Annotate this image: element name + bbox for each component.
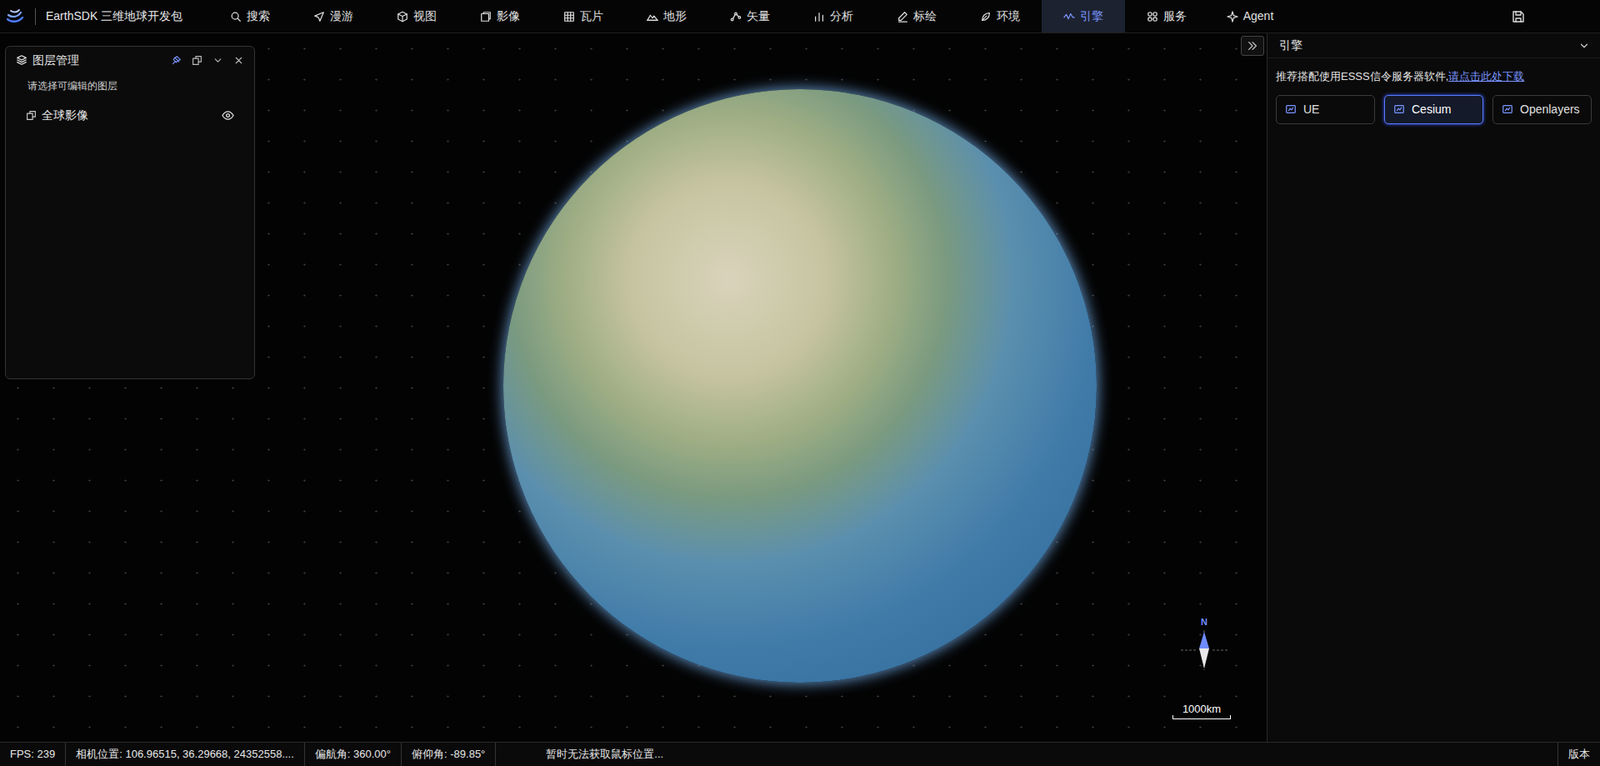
layer-panel-header: 图层管理 bbox=[5, 46, 255, 74]
status-text: 偏航角: 360.00° bbox=[315, 745, 391, 763]
status-item: 相机位置: 106.96515, 36.29668, 24352558.... bbox=[65, 742, 305, 766]
layers-icon bbox=[15, 54, 28, 66]
layers-icon bbox=[480, 10, 492, 23]
chevron-down-icon[interactable] bbox=[1578, 40, 1590, 52]
grid-icon bbox=[563, 10, 575, 23]
menu-label: 环境 bbox=[996, 7, 1020, 25]
brand: EarthSDK 三维地球开发包 bbox=[0, 0, 209, 33]
apps-icon bbox=[1146, 10, 1159, 23]
sparkle-icon bbox=[1226, 10, 1239, 23]
mountain-icon bbox=[646, 10, 659, 23]
engine-button[interactable]: Cesium bbox=[1384, 95, 1484, 125]
status-item: 俯仰角: -89.85° bbox=[401, 742, 496, 766]
map-view[interactable]: 图层管理请选择可编辑的图层全球影像 N 1000km 引擎推荐搭配使用ESSS信令服务… bbox=[0, 33, 1600, 742]
engine-panel: 引擎推荐搭配使用ESSS信令服务器软件,请点击此处下载 UE Cesium Openl… bbox=[1266, 33, 1600, 742]
engine-panel-title: 引擎 bbox=[1279, 36, 1303, 55]
logo-icon bbox=[5, 6, 25, 27]
search-icon bbox=[230, 10, 242, 23]
menu-label: Agent bbox=[1243, 7, 1275, 25]
notice-text: 推荐搭配使用ESSS信令服务器软件, bbox=[1275, 70, 1449, 83]
layer-row[interactable]: 全球影像 bbox=[10, 103, 250, 127]
menu-label: 影像 bbox=[496, 7, 520, 25]
status-item: FPS: 239 bbox=[0, 742, 66, 766]
save-icon[interactable] bbox=[1511, 10, 1525, 24]
layer-hint: 请选择可编辑的图层 bbox=[5, 73, 255, 94]
engine-label: Cesium bbox=[1411, 100, 1451, 119]
scale-label: 1000km bbox=[1182, 702, 1221, 715]
menu-search[interactable]: 搜索 bbox=[208, 0, 292, 33]
menu-label: 矢量 bbox=[746, 7, 770, 25]
status-item: 偏航角: 360.00° bbox=[305, 742, 402, 766]
menu-label: 引擎 bbox=[1080, 7, 1104, 25]
menu-imagery[interactable]: 影像 bbox=[458, 0, 542, 33]
engine-icon bbox=[1285, 103, 1297, 115]
status-text: 俯仰角: -89.85° bbox=[411, 745, 485, 763]
engine-icon bbox=[1393, 103, 1405, 115]
menu-plot[interactable]: 标绘 bbox=[875, 0, 959, 33]
leaf-icon bbox=[980, 10, 992, 23]
app-title: EarthSDK 三维地球开发包 bbox=[45, 7, 183, 25]
eye-icon[interactable] bbox=[221, 109, 235, 122]
close-icon[interactable] bbox=[233, 55, 245, 66]
engine-buttons: UE Cesium Openlayers bbox=[1267, 85, 1600, 125]
cube-icon bbox=[396, 10, 409, 23]
scale-line bbox=[1172, 715, 1231, 720]
status-bar: FPS: 239 相机位置: 106.96515, 36.29668, 24352… bbox=[0, 741, 1600, 766]
menu-analysis[interactable]: 分析 bbox=[791, 0, 875, 33]
scale-bar: 1000km bbox=[1171, 702, 1232, 720]
wave-icon bbox=[1063, 10, 1075, 23]
status-text: FPS: 239 bbox=[10, 745, 55, 763]
collapse-button[interactable] bbox=[1240, 35, 1265, 56]
engine-panel-header: 引擎 bbox=[1267, 33, 1600, 59]
layer-panel-tools bbox=[170, 55, 245, 66]
menu-label: 瓦片 bbox=[580, 7, 604, 25]
globe[interactable] bbox=[503, 89, 1097, 683]
engine-notice: 推荐搭配使用ESSS信令服务器软件,请点击此处下载 bbox=[1267, 58, 1600, 85]
version-button[interactable]: 版本 bbox=[1557, 742, 1600, 766]
vector-icon bbox=[730, 10, 742, 23]
bar-chart-icon bbox=[813, 10, 825, 23]
layer-name: 全球影像 bbox=[41, 106, 89, 125]
menu-service[interactable]: 服务 bbox=[1125, 0, 1209, 33]
menu-vector[interactable]: 矢量 bbox=[708, 0, 792, 33]
layer-panel: 图层管理请选择可编辑的图层全球影像 bbox=[5, 45, 255, 380]
layer-panel-title: 图层管理 bbox=[32, 51, 80, 70]
menu-agent[interactable]: Agent bbox=[1208, 0, 1292, 33]
top-bar: EarthSDK 三维地球开发包 搜索 漫游 视图 影像 瓦片 地形 矢量 分析 标绘 环境 引擎 服务… bbox=[0, 0, 1600, 34]
menu-tile[interactable]: 瓦片 bbox=[541, 0, 625, 33]
menu-roam[interactable]: 漫游 bbox=[291, 0, 375, 33]
menu-label: 视图 bbox=[413, 7, 437, 25]
divider bbox=[35, 8, 36, 25]
pen-icon bbox=[896, 10, 909, 23]
engine-label: Openlayers bbox=[1520, 100, 1580, 119]
engine-icon bbox=[1501, 103, 1514, 115]
menu-label: 服务 bbox=[1163, 7, 1187, 25]
menu-label: 地形 bbox=[663, 7, 687, 25]
download-link[interactable]: 请点击此处下载 bbox=[1448, 70, 1525, 83]
compass-north: N bbox=[1200, 616, 1208, 627]
plane-icon bbox=[313, 10, 325, 23]
menu-label: 标绘 bbox=[913, 7, 937, 25]
menu-engine[interactable]: 引擎 bbox=[1041, 0, 1125, 33]
copy-icon[interactable] bbox=[191, 55, 203, 66]
menu-label: 分析 bbox=[830, 7, 854, 25]
copy-icon bbox=[25, 110, 37, 121]
main-menu: 搜索 漫游 视图 影像 瓦片 地形 矢量 分析 标绘 环境 引擎 服务 Agent bbox=[208, 0, 1292, 33]
engine-button[interactable]: UE bbox=[1275, 95, 1375, 125]
status-text: 相机位置: 106.96515, 36.29668, 24352558.... bbox=[75, 745, 295, 763]
menu-label: 搜索 bbox=[246, 7, 270, 25]
mouse-position: 暂时无法获取鼠标位置... bbox=[545, 745, 664, 763]
double-chevron-right-icon bbox=[1246, 40, 1259, 52]
compass-icon bbox=[1179, 626, 1230, 670]
pin-icon[interactable] bbox=[170, 55, 182, 66]
menu-environment[interactable]: 环境 bbox=[958, 0, 1042, 33]
compass[interactable]: N bbox=[1179, 616, 1230, 674]
menu-terrain[interactable]: 地形 bbox=[625, 0, 709, 33]
engine-label: UE bbox=[1303, 100, 1320, 119]
chevron-down-icon[interactable] bbox=[212, 55, 224, 66]
engine-button[interactable]: Openlayers bbox=[1492, 95, 1592, 125]
menu-label: 漫游 bbox=[330, 7, 354, 25]
menu-view[interactable]: 视图 bbox=[375, 0, 459, 33]
